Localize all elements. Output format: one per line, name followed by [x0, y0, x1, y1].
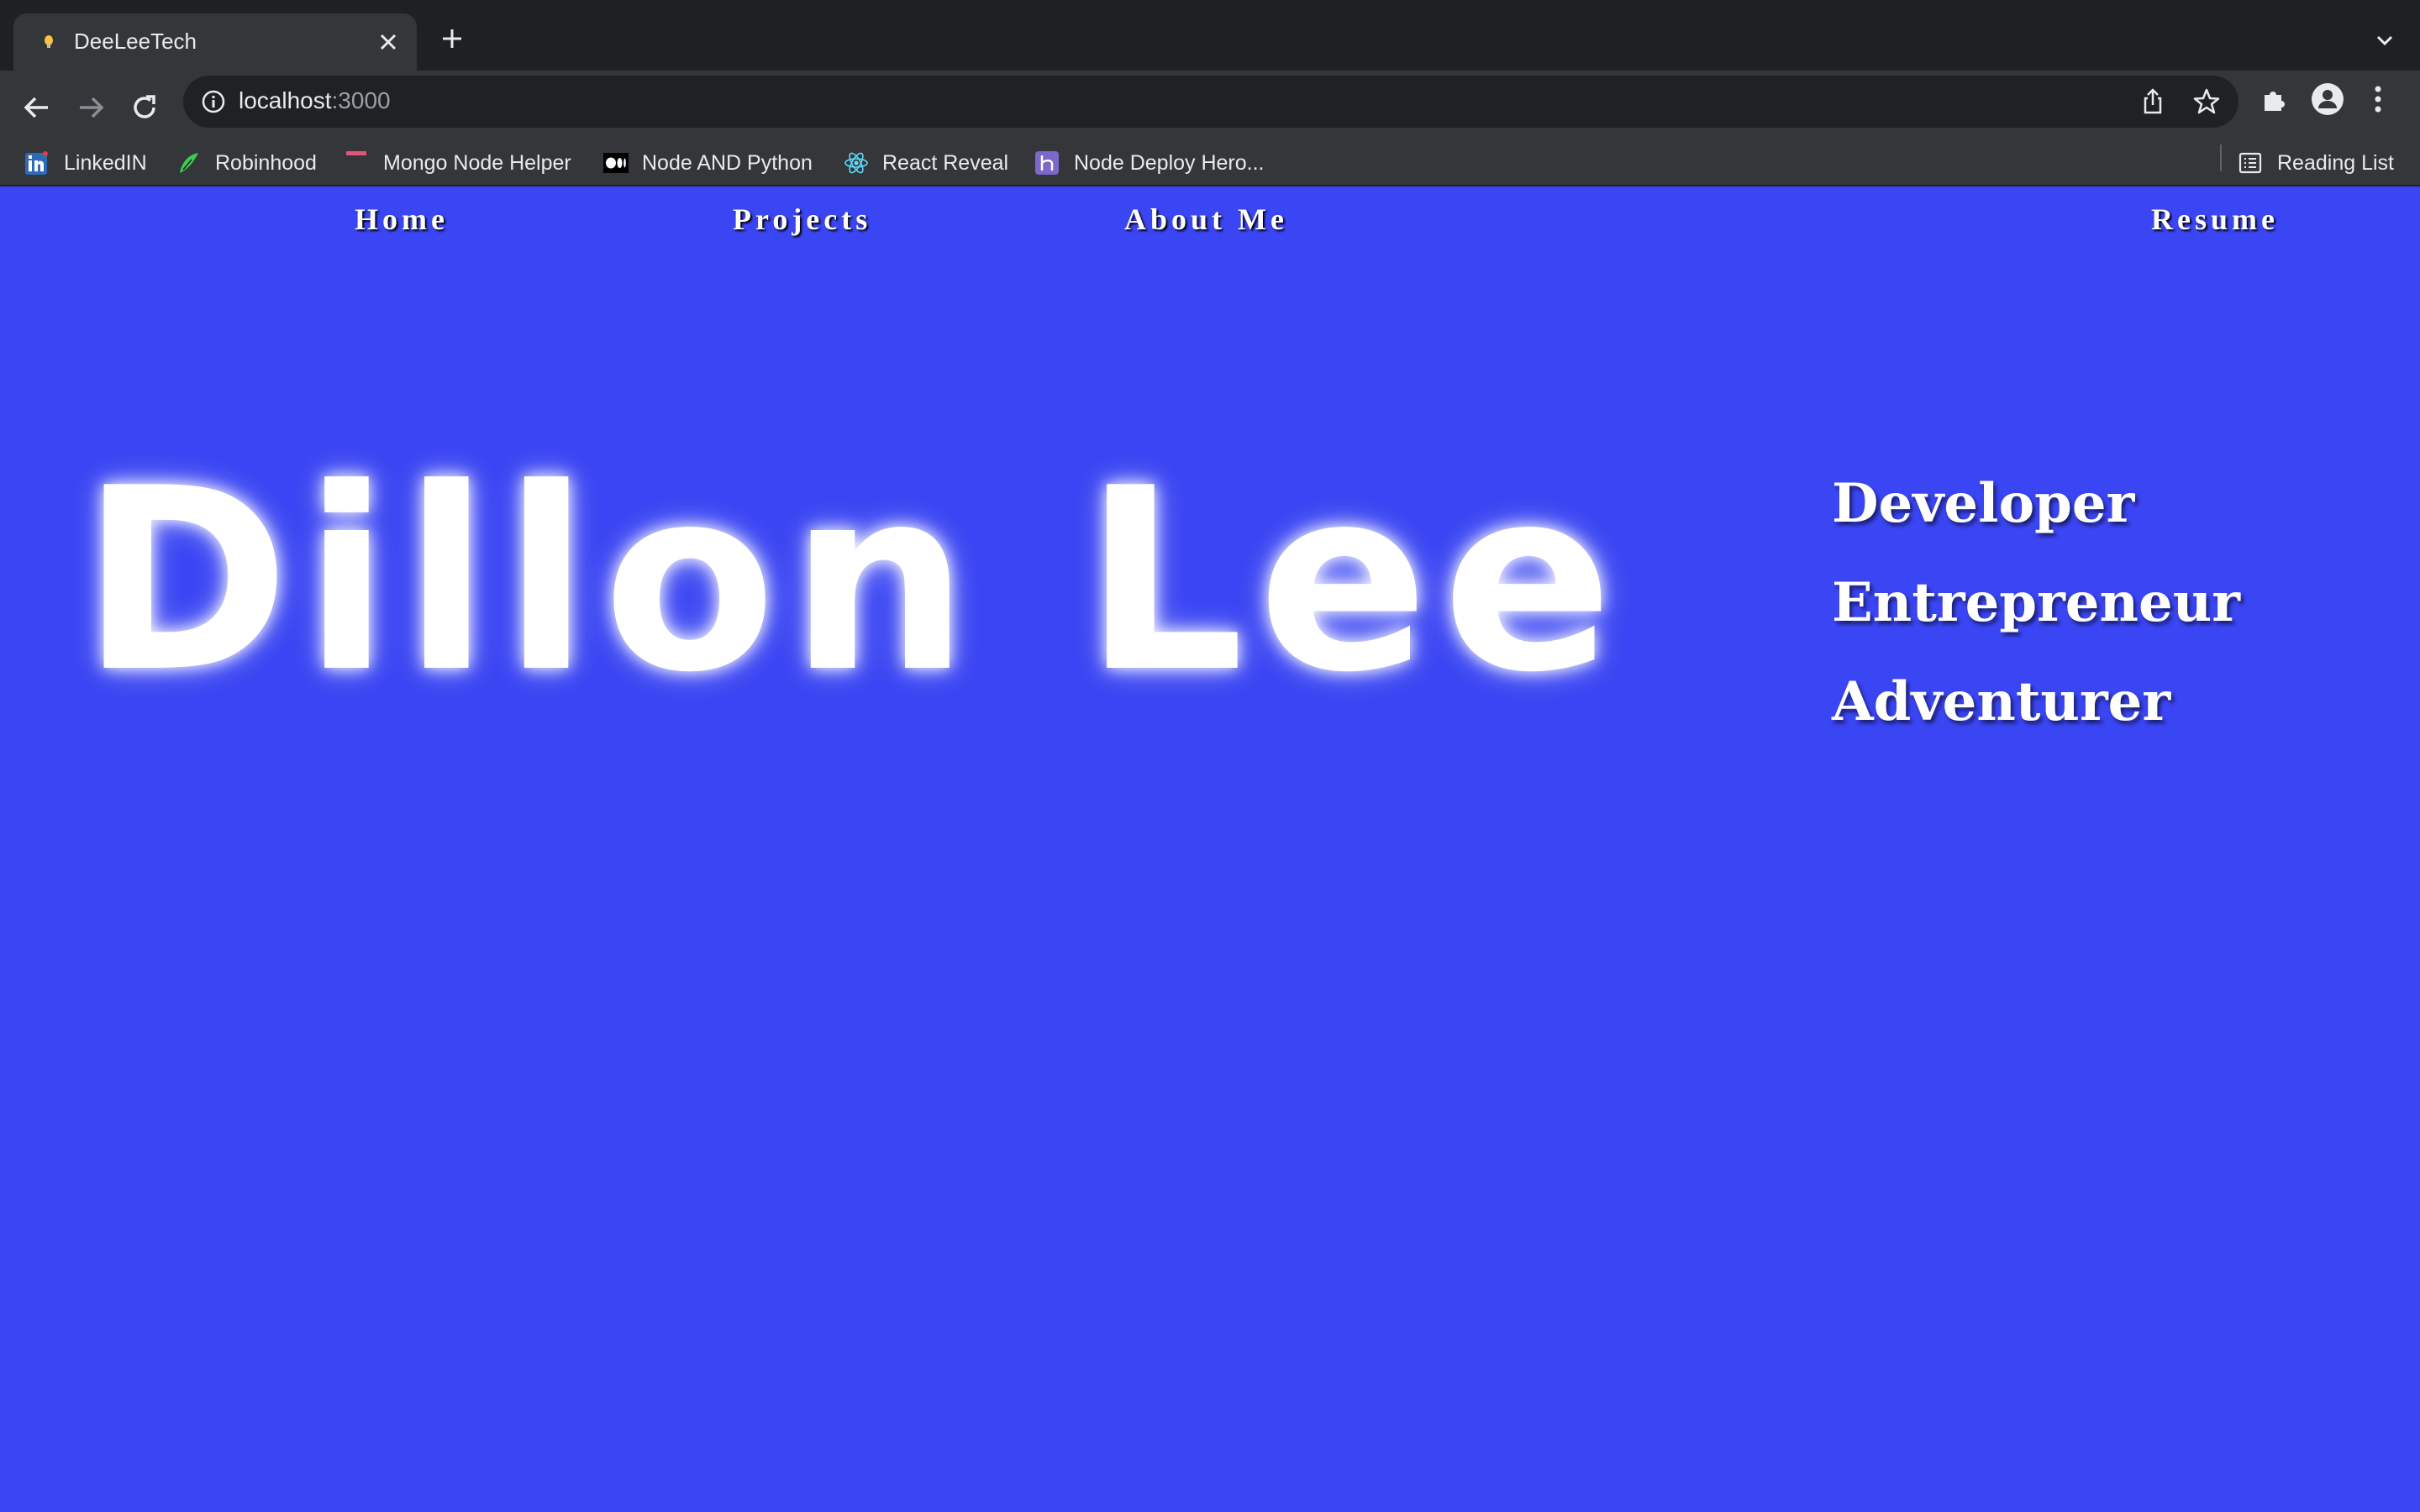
robinhood-icon — [176, 151, 200, 175]
bookmark-label: Node Deploy Hero... — [1074, 150, 1265, 175]
new-tab-icon[interactable] — [435, 22, 469, 55]
reading-list-label: Reading List — [2277, 150, 2394, 175]
tab-active[interactable]: DeeLeeTech — [13, 13, 417, 71]
back-arrow-icon[interactable] — [12, 82, 62, 133]
url-port: :3000 — [331, 87, 391, 113]
bookmark-label: React Reveal — [882, 150, 1009, 175]
kebab-menu-icon[interactable] — [2361, 77, 2395, 121]
linkedin-icon — [25, 151, 49, 175]
nav-link-projects[interactable]: Projects — [733, 202, 871, 237]
extensions-puzzle-icon[interactable] — [2252, 77, 2296, 121]
bookmarks-divider — [2220, 144, 2222, 171]
page-viewport: Home Projects About Me Resume Dillon Lee… — [0, 186, 2420, 1512]
reload-icon[interactable] — [119, 82, 170, 133]
lightbulb-favicon-icon — [40, 34, 57, 50]
mongo-icon — [345, 151, 368, 175]
browser-toolbar: localhost:3000 LinkedIN Robinhood Mongo … — [0, 71, 2420, 202]
role-adventurer: Adventurer — [1832, 670, 2171, 733]
url-text: localhost:3000 — [239, 87, 391, 114]
url-host: localhost — [239, 87, 332, 113]
bookmark-label: Robinhood — [215, 150, 317, 175]
bookmark-robinhood[interactable]: Robinhood — [176, 138, 317, 188]
share-icon[interactable] — [2138, 87, 2168, 117]
profile-avatar-icon[interactable] — [2306, 77, 2349, 121]
nav-link-about-me[interactable]: About Me — [1124, 202, 1288, 237]
close-tab-icon[interactable] — [371, 25, 405, 59]
role-developer: Developer — [1832, 472, 2135, 535]
bookmark-star-icon[interactable] — [2191, 87, 2222, 117]
bookmarks-bar: LinkedIN Robinhood Mongo Node Helper Nod… — [0, 138, 2420, 188]
chevron-down-icon[interactable] — [2370, 25, 2400, 55]
tab-strip: DeeLeeTech — [0, 0, 2420, 71]
roles-list: Developer Entrepreneur Adventurer — [1832, 472, 2240, 769]
medium-icon — [603, 151, 629, 175]
bookmark-node-and-python[interactable]: Node AND Python — [603, 138, 813, 188]
bookmark-label: Mongo Node Helper — [383, 150, 571, 175]
nav-link-home[interactable]: Home — [355, 202, 449, 237]
bookmark-node-deploy-hero[interactable]: Node Deploy Hero... — [1035, 138, 1265, 188]
site-info-icon[interactable] — [200, 88, 227, 115]
heroku-icon — [1035, 151, 1059, 175]
bookmark-linkedin[interactable]: LinkedIN — [25, 138, 147, 188]
role-entrepreneur: Entrepreneur — [1832, 571, 2240, 634]
tab-title: DeeLeeTech — [74, 29, 197, 54]
address-bar[interactable]: localhost:3000 — [183, 76, 2238, 128]
forward-arrow-icon[interactable] — [66, 82, 116, 133]
nav-link-resume[interactable]: Resume — [2151, 202, 2279, 237]
bookmark-label: LinkedIN — [64, 150, 147, 175]
reading-list-button[interactable]: Reading List — [2238, 138, 2394, 188]
bookmark-mongo-node-helper[interactable]: Mongo Node Helper — [345, 138, 571, 188]
hero-name: Dillon Lee — [81, 434, 1627, 727]
bookmark-label: Node AND Python — [642, 150, 813, 175]
reading-list-icon — [2238, 151, 2262, 175]
react-icon — [844, 151, 868, 175]
bookmark-react-reveal[interactable]: React Reveal — [844, 138, 1008, 188]
